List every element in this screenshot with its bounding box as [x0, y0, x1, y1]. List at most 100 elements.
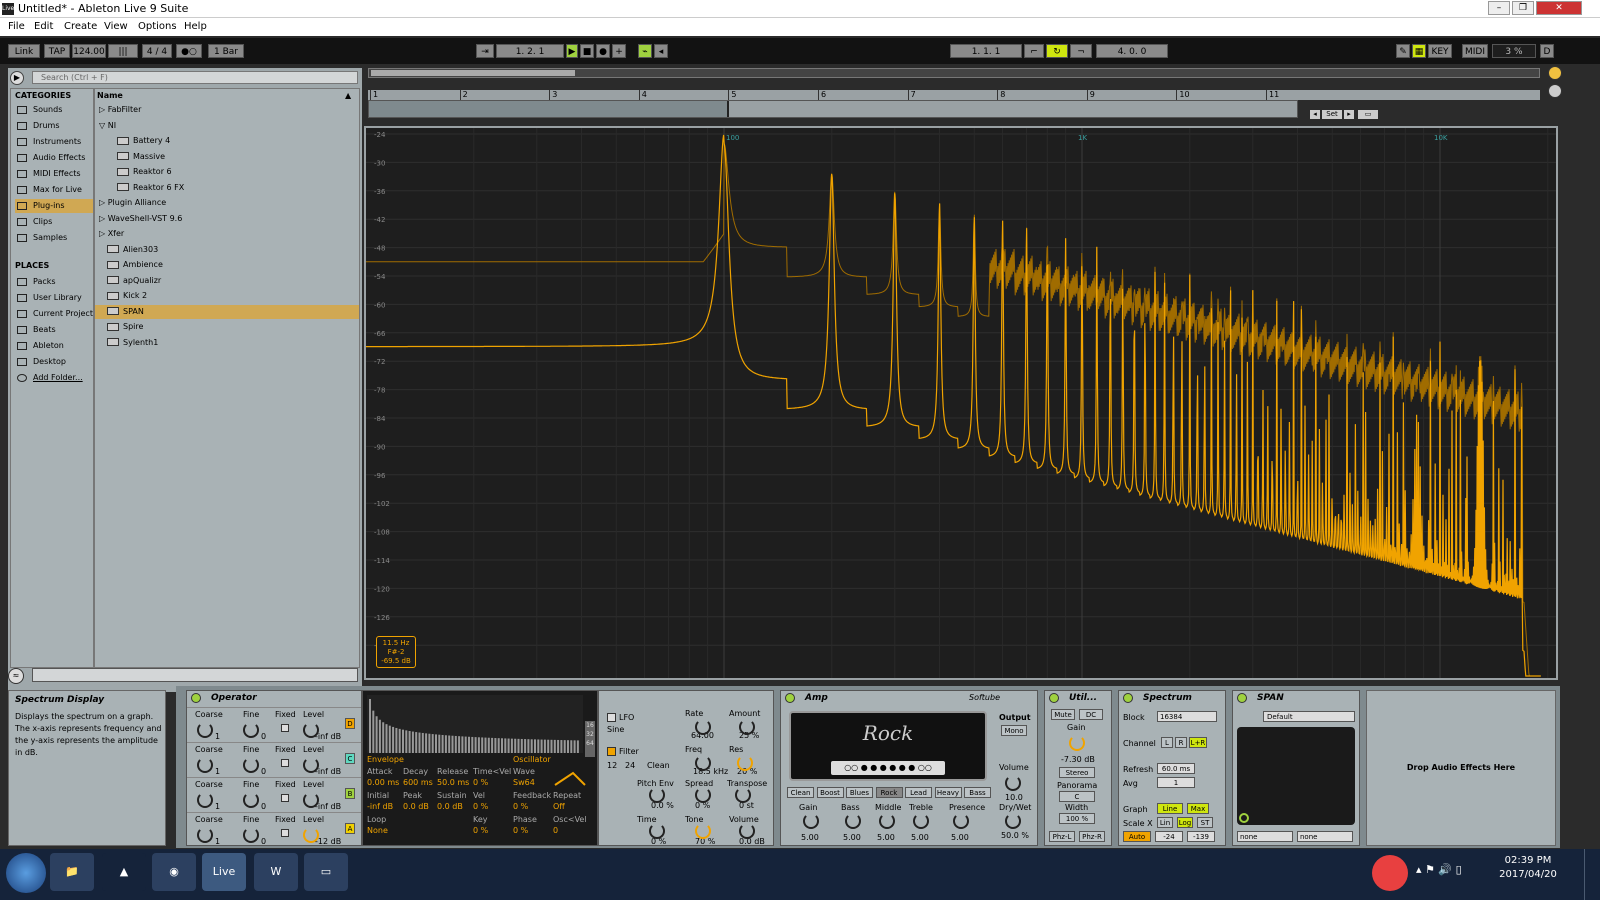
- browser-item[interactable]: SPAN: [95, 304, 359, 319]
- attack-value[interactable]: 0.00 ms: [367, 778, 399, 787]
- category-samples[interactable]: Samples: [15, 231, 93, 245]
- menu-help[interactable]: Help: [184, 21, 207, 32]
- browser-item[interactable]: ▷ Xfer: [95, 227, 359, 241]
- chevron-right-icon[interactable]: ▷: [99, 214, 108, 223]
- scale-st-button[interactable]: ST: [1197, 817, 1213, 828]
- browser-item[interactable]: Ambience: [95, 258, 359, 272]
- browser-search-input[interactable]: Search (Ctrl + F): [32, 71, 358, 84]
- browser-item[interactable]: Alien303: [95, 243, 359, 257]
- place-ableton[interactable]: Ableton: [15, 339, 93, 353]
- overdub-icon[interactable]: +: [612, 44, 626, 58]
- oscillator-tab[interactable]: Oscillator: [513, 755, 551, 764]
- graph-max-button[interactable]: Max: [1187, 803, 1209, 814]
- wave-value[interactable]: Sw64: [513, 778, 535, 787]
- amp-presence-knob[interactable]: [953, 813, 969, 829]
- width-field[interactable]: 100 %: [1059, 813, 1095, 824]
- browser-item[interactable]: Kick 2: [95, 289, 359, 303]
- browser-item[interactable]: Battery 4: [95, 134, 359, 148]
- drywet-knob[interactable]: [1005, 813, 1021, 829]
- sustain-value[interactable]: 0.0 dB: [437, 802, 463, 811]
- time-signature[interactable]: 4 / 4: [142, 44, 172, 58]
- browser-item[interactable]: Spire: [95, 320, 359, 334]
- loop-value[interactable]: None: [367, 826, 388, 835]
- amp-gain-knob[interactable]: [803, 813, 819, 829]
- category-midi-effects[interactable]: MIDI Effects: [15, 167, 93, 181]
- category-max-for-live[interactable]: Max for Live: [15, 183, 93, 197]
- amp-type-blues[interactable]: Blues: [846, 787, 873, 798]
- midi-map-button[interactable]: MIDI: [1462, 44, 1488, 58]
- preview-toggle-icon[interactable]: ≈: [8, 668, 24, 684]
- spectrum-graph[interactable]: -24 -30 -36 -42 -48 -54 -60 -66 -72 -78 -84 -90 -96 -…: [366, 128, 1556, 678]
- loop-switch[interactable]: ↻: [1046, 44, 1068, 58]
- maximize-button[interactable]: ❐: [1512, 1, 1534, 15]
- coarse-knob[interactable]: [197, 792, 213, 808]
- live-taskbar-button[interactable]: Live: [202, 853, 246, 891]
- lfo-panel-knob[interactable]: [695, 755, 711, 771]
- window-icon[interactable]: ▭: [304, 853, 348, 891]
- fixed-checkbox[interactable]: [281, 829, 289, 837]
- sort-arrow-icon[interactable]: ▲: [345, 91, 351, 100]
- span-preset-select[interactable]: Default: [1263, 711, 1355, 722]
- menu-view[interactable]: View: [104, 21, 128, 32]
- browser-item[interactable]: ▽ NI: [95, 119, 359, 133]
- fine-knob[interactable]: [243, 722, 259, 738]
- utility-gain-knob[interactable]: [1069, 735, 1085, 751]
- channel-lr-button[interactable]: L+R: [1189, 737, 1207, 748]
- category-sounds[interactable]: Sounds: [15, 103, 93, 117]
- span-plugin-display[interactable]: [1237, 727, 1355, 825]
- phase-left-button[interactable]: Phz-L: [1049, 831, 1075, 842]
- start-button[interactable]: [6, 853, 46, 893]
- back-to-arrangement-icon[interactable]: ◂: [654, 44, 668, 58]
- filter-b12[interactable]: 12: [607, 761, 617, 770]
- channel-r-button[interactable]: R: [1175, 737, 1187, 748]
- play-button[interactable]: ▶: [566, 44, 578, 58]
- place-user-library[interactable]: User Library: [15, 291, 93, 305]
- category-clips[interactable]: Clips: [15, 215, 93, 229]
- chevron-right-icon[interactable]: ▷: [99, 105, 108, 114]
- span-title[interactable]: SPAN: [1233, 691, 1359, 705]
- range-min-field[interactable]: -24: [1155, 831, 1183, 842]
- range-auto-button[interactable]: Auto: [1123, 831, 1151, 842]
- lfo-panel-knob[interactable]: [735, 787, 751, 803]
- filter-b24[interactable]: 24: [625, 761, 635, 770]
- chevron-right-icon[interactable]: ▷: [99, 198, 108, 207]
- partial-spectrum-display[interactable]: [367, 695, 583, 753]
- block-select[interactable]: 16384: [1157, 711, 1217, 722]
- feedback-value[interactable]: 0 %: [513, 802, 528, 811]
- scale-lin-button[interactable]: Lin: [1157, 817, 1173, 828]
- amp-middle-knob[interactable]: [879, 813, 895, 829]
- operator-title[interactable]: Operator: [187, 691, 361, 705]
- punch-in-icon[interactable]: ⌐: [1024, 44, 1044, 58]
- tracks-toggle-icon[interactable]: [1548, 66, 1562, 80]
- osc-select-button[interactable]: B: [345, 788, 355, 799]
- place-desktop[interactable]: Desktop: [15, 355, 93, 369]
- timevel-value[interactable]: 0 %: [473, 778, 488, 787]
- fixed-checkbox[interactable]: [281, 794, 289, 802]
- scale-log-button[interactable]: Log: [1177, 817, 1193, 828]
- minimize-button[interactable]: –: [1488, 1, 1510, 15]
- browser-toggle-icon[interactable]: ▶: [10, 71, 24, 85]
- fine-knob[interactable]: [243, 757, 259, 773]
- category-drums[interactable]: Drums: [15, 119, 93, 133]
- name-column-header[interactable]: Name: [97, 91, 123, 100]
- mute-button[interactable]: Mute: [1051, 709, 1075, 720]
- vel-value[interactable]: 0 %: [473, 802, 488, 811]
- computer-midi-icon[interactable]: ▦: [1412, 44, 1426, 58]
- amp-bass-knob[interactable]: [845, 813, 861, 829]
- add-folder-link[interactable]: Add Folder...: [15, 371, 93, 385]
- quantize-select[interactable]: 1 Bar: [208, 44, 244, 58]
- fixed-checkbox[interactable]: [281, 759, 289, 767]
- place-current-project[interactable]: Current Project: [15, 307, 93, 321]
- channel-l-button[interactable]: L: [1161, 737, 1173, 748]
- link-button[interactable]: Link: [8, 44, 40, 58]
- refresh-field[interactable]: 60.0 ms: [1157, 763, 1195, 774]
- release-value[interactable]: 50.0 ms: [437, 778, 469, 787]
- chevron-down-icon[interactable]: ▽: [99, 121, 108, 130]
- lock-icon[interactable]: ▭: [1358, 110, 1378, 119]
- span-param-select-2[interactable]: none: [1297, 831, 1353, 842]
- browser-item[interactable]: ▷ WaveShell-VST 9.6: [95, 212, 359, 226]
- initial-value[interactable]: -inf dB: [367, 802, 393, 811]
- oscvel-value[interactable]: 0: [553, 826, 558, 835]
- osc-select-button[interactable]: C: [345, 753, 355, 764]
- lfo-checkbox[interactable]: [607, 713, 616, 722]
